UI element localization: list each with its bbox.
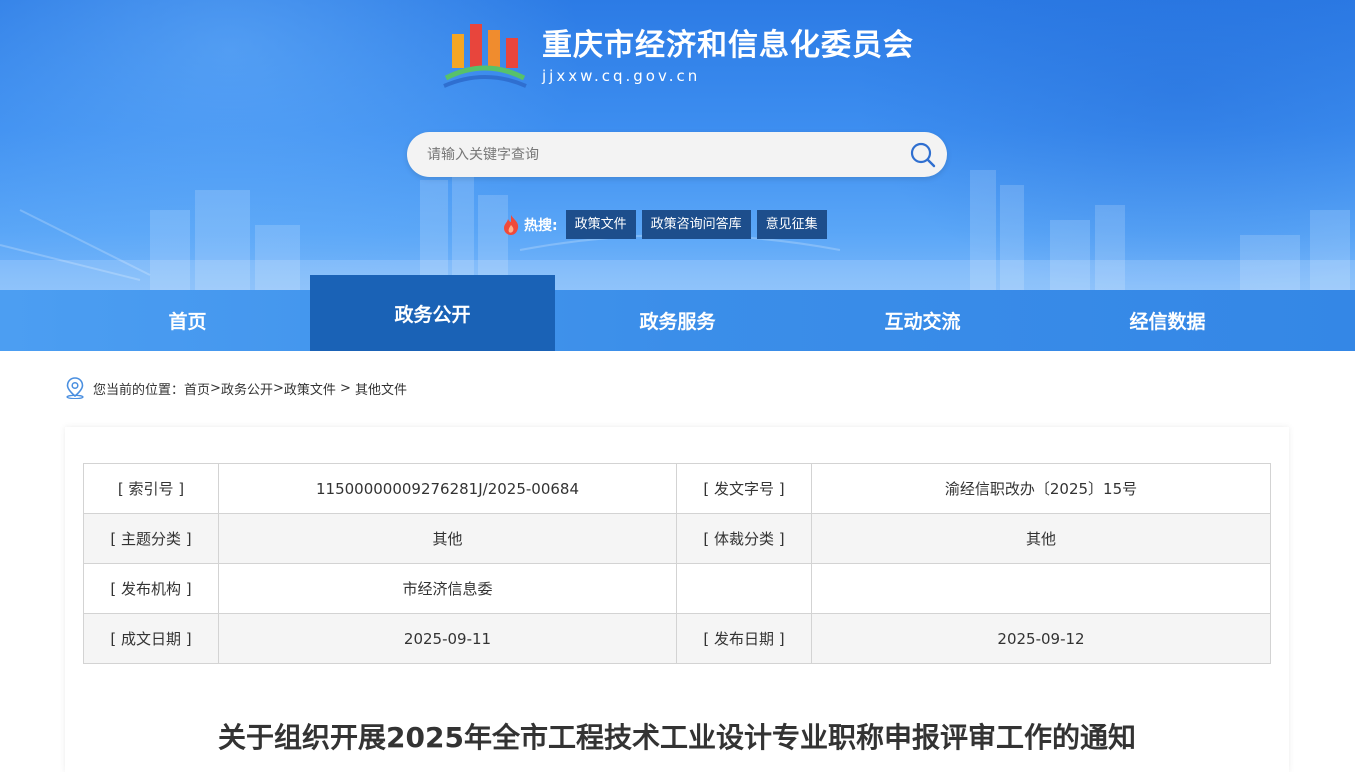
meta-value-topic: 其他 (218, 513, 677, 564)
hot-tag-policy-qa[interactable]: 政策咨询问答库 (641, 210, 751, 239)
document-meta-table: [ 索引号 ] 11500000009276281J/2025-00684 [ … (83, 463, 1271, 664)
search-input[interactable] (407, 132, 897, 177)
table-row: [ 成文日期 ] 2025-09-11 [ 发布日期 ] 2025-09-12 (83, 613, 1271, 664)
meta-value-publish-date: 2025-09-12 (811, 613, 1271, 664)
meta-label-empty (676, 563, 812, 614)
nav-item-services[interactable]: 政务服务 (555, 290, 800, 351)
breadcrumb: 您当前的位置： 首页 > 政务公开 > 政策文件 > 其他文件 (65, 377, 407, 399)
meta-value-publisher: 市经济信息委 (218, 563, 677, 614)
meta-value-index: 11500000009276281J/2025-00684 (218, 463, 677, 514)
site-title: 重庆市经济和信息化委员会 (542, 28, 914, 63)
header-banner: 重庆市经济和信息化委员会 jjxxw.cq.gov.cn 热搜: 政策文件 政策… (0, 0, 1355, 290)
main-nav: 首页 政务公开 政务服务 互动交流 经信数据 (0, 275, 1355, 351)
nav-item-interaction[interactable]: 互动交流 (800, 290, 1045, 351)
location-pin-icon (66, 377, 84, 399)
logo-emblem-icon (443, 24, 527, 88)
meta-label-publisher: [ 发布机构 ] (83, 563, 219, 614)
hot-search-label: 热搜: (524, 217, 558, 234)
meta-value-doc-number: 渝经信职改办〔2025〕15号 (811, 463, 1271, 514)
hot-tag-opinion-collection[interactable]: 意见征集 (756, 210, 827, 239)
meta-label-doc-number: [ 发文字号 ] (676, 463, 812, 514)
hot-tag-policy-docs[interactable]: 政策文件 (565, 210, 636, 239)
site-url: jjxxw.cq.gov.cn (542, 67, 701, 85)
table-row: [ 主题分类 ] 其他 [ 体裁分类 ] 其他 (83, 513, 1271, 564)
document-card: [ 索引号 ] 11500000009276281J/2025-00684 [ … (65, 427, 1289, 772)
breadcrumb-home[interactable]: 首页 (184, 379, 210, 398)
search-icon[interactable] (909, 141, 937, 169)
meta-value-empty (811, 563, 1271, 614)
meta-label-written-date: [ 成文日期 ] (83, 613, 219, 664)
meta-label-topic: [ 主题分类 ] (83, 513, 219, 564)
breadcrumb-prefix: 您当前的位置： (93, 382, 185, 398)
table-row: [ 发布机构 ] 市经济信息委 (83, 563, 1271, 614)
table-row: [ 索引号 ] 11500000009276281J/2025-00684 [ … (83, 463, 1271, 514)
meta-label-publish-date: [ 发布日期 ] (676, 613, 812, 664)
search-bar (407, 132, 947, 177)
meta-label-genre: [ 体裁分类 ] (676, 513, 812, 564)
fire-icon (504, 214, 519, 235)
meta-value-genre: 其他 (811, 513, 1271, 564)
meta-label-index: [ 索引号 ] (83, 463, 219, 514)
nav-item-government-affairs[interactable]: 政务公开 (310, 275, 555, 351)
hot-search: 热搜: 政策文件 政策咨询问答库 意见征集 (502, 210, 833, 239)
breadcrumb-government-affairs[interactable]: 政务公开 (221, 379, 273, 398)
meta-value-written-date: 2025-09-11 (218, 613, 677, 664)
document-title: 关于组织开展2025年全市工程技术工业设计专业职称申报评审工作的通知 (218, 721, 1136, 754)
nav-item-data[interactable]: 经信数据 (1045, 290, 1290, 351)
breadcrumb-other-docs[interactable]: 其他文件 (355, 379, 407, 398)
site-logo[interactable]: 重庆市经济和信息化委员会 jjxxw.cq.gov.cn (440, 20, 914, 92)
nav-item-home[interactable]: 首页 (0, 290, 310, 351)
breadcrumb-policy-docs[interactable]: 政策文件 (284, 379, 336, 398)
